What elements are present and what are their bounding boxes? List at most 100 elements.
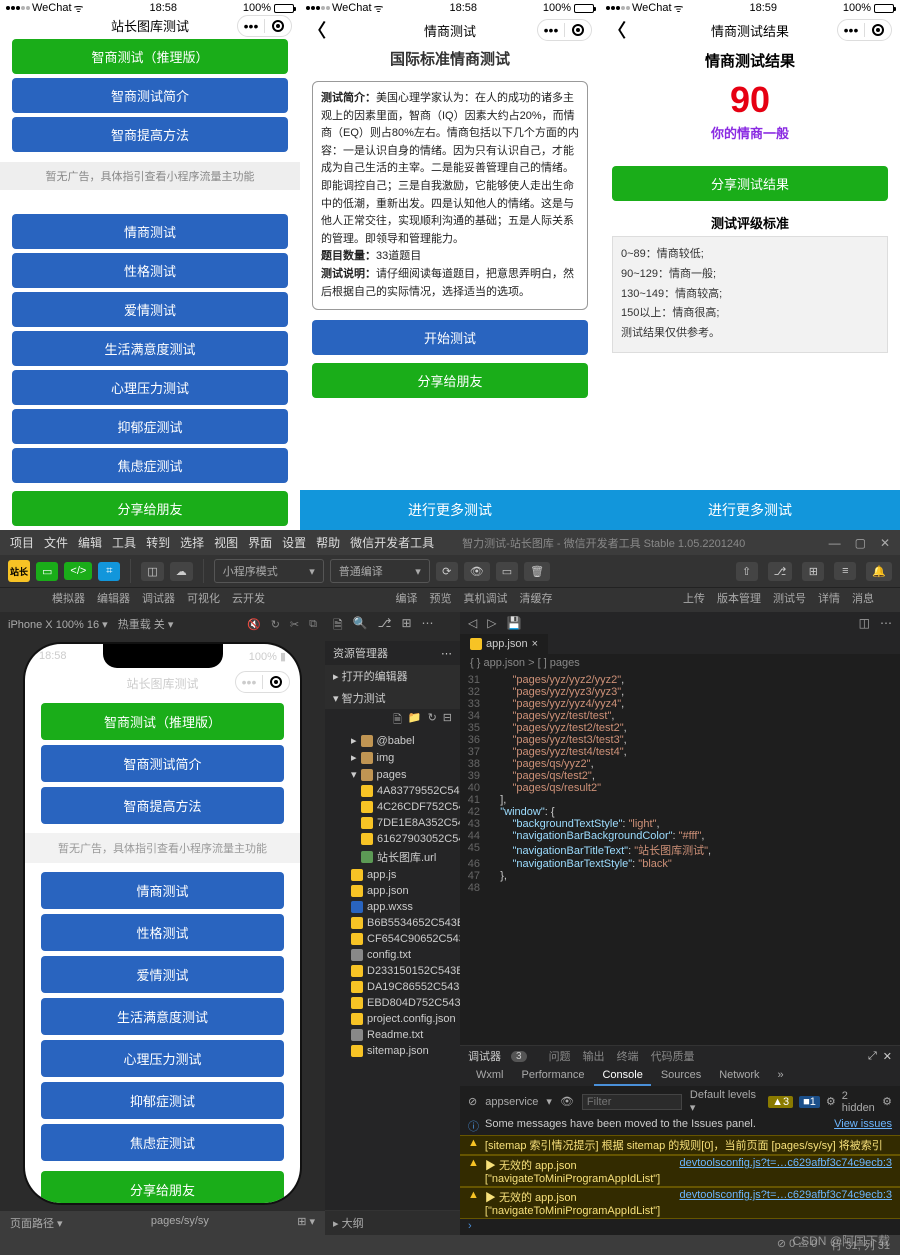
refresh-icon[interactable]: ↻ [428,711,437,730]
source-link[interactable]: devtoolsconfig.js?t=…c629afbf3c74c9ecb:3 [679,1157,892,1169]
test-button[interactable]: 智商提高方法 [41,787,284,824]
tree-item[interactable]: app.json [325,883,460,899]
tree-item[interactable]: config.txt [325,947,460,963]
test-button[interactable]: 抑郁症测试 [12,409,288,444]
clear-cache-button[interactable]: 🗑 [524,562,550,581]
remote-debug-button[interactable]: ▭ [496,562,518,581]
more-icon[interactable]: ••• [838,22,864,38]
outline-section[interactable]: ▸ 大纲 [325,1210,460,1235]
source-link[interactable]: devtoolsconfig.js?t=…c629afbf3c74c9ecb:3 [679,1189,892,1201]
test-button[interactable]: 情商测试 [12,214,288,249]
tree-item[interactable]: 61627903052C543BF07... [325,831,460,847]
new-file-icon[interactable]: 🗎 [393,711,402,730]
more-tests-footer[interactable]: 进行更多测试 [300,490,600,530]
tree-item[interactable]: DA19C86552C543BFBC... [325,979,460,995]
tree-item[interactable]: ▸ img [325,749,460,766]
expand-icon[interactable]: ⤢ [868,1050,877,1063]
menu-item[interactable]: 工具 [112,536,136,550]
test-button[interactable]: 心理压力测试 [12,370,288,405]
message-button[interactable]: 🔔 [866,562,892,581]
close-icon[interactable] [565,24,591,36]
clear-icon[interactable]: ⊘ [468,1095,477,1108]
editor-tabs[interactable]: app.json× [460,634,900,654]
test-button[interactable]: 生活满意度测试 [12,331,288,366]
code-editor[interactable]: 31 "pages/yyz/yyz2/yyz2",32 "pages/yyz/y… [460,672,900,1045]
project-root[interactable]: ▾ 智力测试 [325,687,460,709]
ext-icon[interactable]: ⊞ [401,616,411,637]
panel-tab[interactable]: 代码质量 [651,1051,695,1063]
mode-select[interactable]: 小程序模式▾ [214,559,324,583]
menu-item[interactable]: 转到 [146,536,170,550]
tree-item[interactable]: project.config.json [325,1011,460,1027]
devtools-tab[interactable]: Network [711,1066,767,1086]
context-select[interactable]: appservice [485,1096,538,1108]
test-button[interactable]: 抑郁症测试 [41,1082,284,1119]
menu-item[interactable]: 视图 [214,536,238,550]
cloud-toggle[interactable]: ☁ [170,562,193,581]
menu-bar[interactable]: 项目文件编辑工具转到选择视图界面设置帮助微信开发者工具 智力测试-站长图库 - … [0,530,900,555]
devtools-tabs[interactable]: WxmlPerformanceConsoleSourcesNetwork» [460,1066,900,1086]
tree-item[interactable]: 4A83779552C543BF2C... [325,783,460,799]
share-button[interactable]: 分享给朋友 [41,1171,284,1203]
cut-icon[interactable]: ✂ [290,618,299,631]
more-icon[interactable]: ••• [238,18,264,34]
back-icon[interactable]: 〈 [608,17,626,43]
devtools-tab[interactable]: Console [594,1066,650,1086]
more-tabs[interactable]: » [770,1066,792,1086]
split-icon[interactable]: ◫ [859,616,870,630]
save-icon[interactable]: 💾 [506,616,521,630]
tab-app-json[interactable]: app.json× [460,634,548,654]
menu-item[interactable]: 编辑 [78,536,102,550]
fwd-icon[interactable]: ▷ [487,616,496,630]
detail-button[interactable]: ≡ [834,562,856,580]
device-select[interactable]: iPhone X 100% 16 ▾ [8,618,108,631]
upload-button[interactable]: ⇧ [736,562,758,581]
menu-item[interactable]: 选择 [180,536,204,550]
menu-item[interactable]: 设置 [282,536,306,550]
more-icon[interactable]: ⋯ [880,616,892,630]
files-icon[interactable]: 🗎 [333,616,343,637]
menu-item[interactable]: 微信开发者工具 [350,536,434,550]
popout-icon[interactable]: ⧉ [309,618,317,631]
close-icon[interactable]: ✕ [880,536,890,550]
tree-item[interactable]: EBD804D752C543BF8D... [325,995,460,1011]
more-tests-footer[interactable]: 进行更多测试 [600,490,900,530]
capsule[interactable]: ••• [237,15,292,37]
devtools-tab[interactable]: Performance [514,1066,593,1086]
levels-select[interactable]: Default levels ▾ [690,1089,760,1114]
test-button[interactable]: 爱情测试 [41,956,284,993]
close-icon[interactable] [865,24,891,36]
debugger-label[interactable]: 调试器 [468,1048,501,1064]
compile-select[interactable]: 普通编译▾ [330,559,430,583]
tree-item[interactable]: app.wxss [325,899,460,915]
more-icon[interactable]: ••• [538,22,564,38]
capsule[interactable]: ••• [235,671,290,693]
devtools-tab[interactable]: Wxml [468,1066,512,1086]
hot-reload-select[interactable]: 热重载 关 ▾ [118,616,174,632]
panel-tab[interactable]: 输出 [583,1051,605,1063]
devtools-tab[interactable]: Sources [653,1066,709,1086]
editor-toggle[interactable]: </> [64,562,92,580]
test-button[interactable]: 性格测试 [41,914,284,951]
capsule[interactable]: ••• [537,19,592,41]
git-icon[interactable]: ⎇ [378,616,392,637]
tree-item[interactable]: 4C26CDF752C543BF2A... [325,799,460,815]
maximize-icon[interactable]: ▢ [855,536,866,550]
test-button[interactable]: 智商测试简介 [41,745,284,782]
page-path-select[interactable]: 页面路径 ▾ [10,1215,63,1231]
back-icon[interactable]: 〈 [308,17,326,43]
more-icon[interactable]: ⋯ [422,616,434,637]
tree-item[interactable]: app.js [325,867,460,883]
tree-item[interactable]: Readme.txt [325,1027,460,1043]
test-button[interactable]: 智商提高方法 [12,117,288,152]
tree-item[interactable]: CF654C90652C543BFA9... [325,931,460,947]
mute-icon[interactable]: 🔇 [247,618,261,631]
share-result-button[interactable]: 分享测试结果 [612,166,888,201]
gear-icon[interactable]: ⚙ [882,1095,892,1108]
rotate-icon[interactable]: ↻ [271,618,280,631]
open-editors[interactable]: ▸ 打开的编辑器 [325,665,460,687]
capsule[interactable]: ••• [837,19,892,41]
test-button[interactable]: 智商测试简介 [12,78,288,113]
breadcrumb[interactable]: { } app.json > [ ] pages [460,654,900,672]
simulator-toggle[interactable]: ▭ [36,562,58,581]
